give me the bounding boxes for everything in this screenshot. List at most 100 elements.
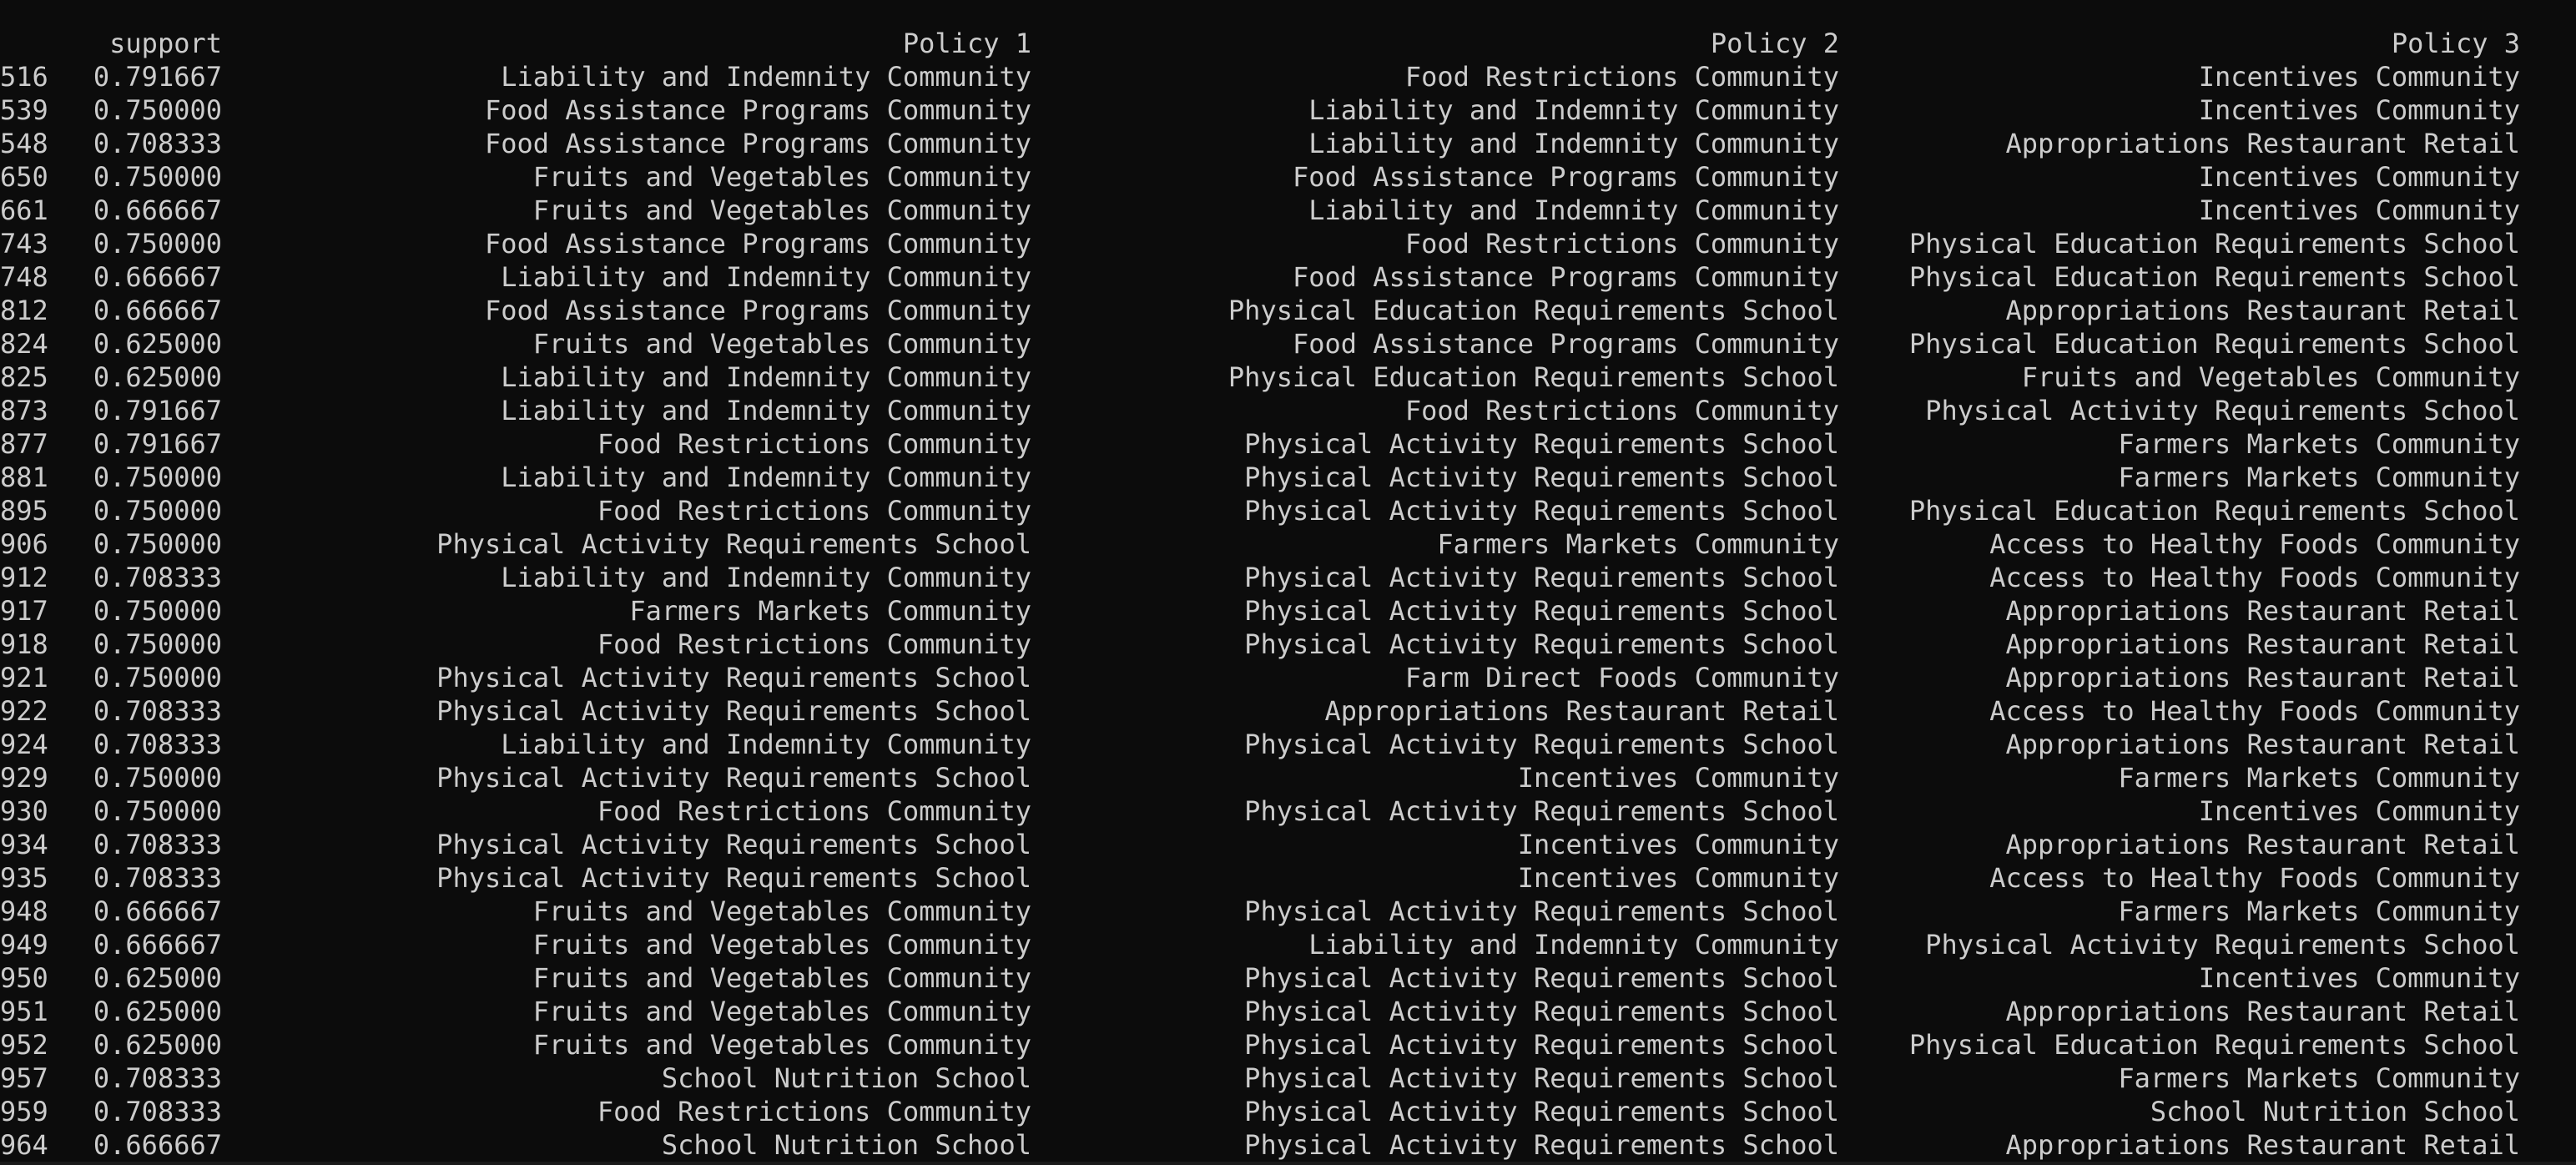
cell-policy-1: Physical Activity Requirements School	[436, 662, 1031, 693]
cell-policy-2: Liability and Indemnity Community	[1308, 929, 1839, 961]
cell-policy-2: Farmers Markets Community	[1437, 528, 1839, 560]
cell-policy-2: Physical Activity Requirements School	[1244, 461, 1839, 493]
cell-policy-2: Physical Activity Requirements School	[1244, 562, 1839, 593]
cell-policy-3: Appropriations Restaurant Retail	[2005, 996, 2521, 1027]
cell-policy-3: Physical Activity Requirements School	[1925, 395, 2520, 426]
cell-support: 0.666667	[93, 1129, 222, 1161]
cell-index: 743	[0, 228, 48, 260]
cell-policy-1: Fruits and Vegetables Community	[532, 996, 1031, 1027]
table-row: 959 0.708333 Food Restrictions Community Ph…	[0, 1095, 2520, 1128]
cell-support: 0.666667	[93, 895, 222, 927]
table-row: 825 0.625000 Liability and Indemnity Commu…	[0, 361, 2520, 394]
cell-policy-2: Physical Activity Requirements School	[1244, 595, 1839, 627]
cell-index: 921	[0, 662, 48, 693]
table-row: 924 0.708333 Liability and Indemnity Commu…	[0, 728, 2520, 761]
cell-policy-2: Physical Activity Requirements School	[1244, 895, 1839, 927]
header-policy-1: Policy 1	[902, 28, 1031, 59]
cell-support: 0.625000	[93, 361, 222, 393]
cell-policy-1: Fruits and Vegetables Community	[532, 895, 1031, 927]
cell-index: 959	[0, 1096, 48, 1127]
cell-index: 548	[0, 128, 48, 159]
cell-index: 951	[0, 996, 48, 1027]
table-row: 917 0.750000 Farmers Markets Community Phys…	[0, 594, 2520, 628]
cell-policy-3: Farmers Markets Community	[2118, 1062, 2520, 1094]
cell-policy-1: Food Assistance Programs Community	[484, 295, 1031, 326]
cell-support: 0.708333	[93, 729, 222, 760]
cell-policy-3: Appropriations Restaurant Retail	[2005, 662, 2521, 693]
cell-index: 824	[0, 328, 48, 360]
cell-policy-1: Fruits and Vegetables Community	[532, 962, 1031, 994]
cell-policy-1: Physical Activity Requirements School	[436, 829, 1031, 860]
dataframe-table: support Policy 1 Policy 2 Policy 3 516 0.…	[0, 27, 2520, 1162]
cell-support: 0.750000	[93, 94, 222, 126]
cell-policy-2: Food Assistance Programs Community	[1292, 161, 1839, 193]
cell-policy-1: Food Assistance Programs Community	[484, 94, 1031, 126]
cell-policy-1: School Nutrition School	[661, 1062, 1031, 1094]
cell-index: 922	[0, 695, 48, 727]
cell-policy-3: Access to Healthy Foods Community	[1989, 862, 2520, 894]
cell-policy-3: Incentives Community	[2198, 161, 2520, 193]
cell-policy-2: Food Restrictions Community	[1404, 228, 1839, 260]
cell-policy-2: Appropriations Restaurant Retail	[1324, 695, 1840, 727]
cell-policy-1: Physical Activity Requirements School	[436, 695, 1031, 727]
header-index	[0, 27, 62, 60]
table-row: 950 0.625000 Fruits and Vegetables Communi…	[0, 961, 2520, 995]
table-row: 516 0.791667 Liability and Indemnity Commu…	[0, 60, 2520, 93]
cell-policy-3: Farmers Markets Community	[2118, 461, 2520, 493]
table-row: 951 0.625000 Fruits and Vegetables Communi…	[0, 995, 2520, 1028]
cell-policy-1: Physical Activity Requirements School	[436, 762, 1031, 794]
cell-policy-3: Physical Education Requirements School	[1908, 228, 2520, 260]
header-policy-2: Policy 2	[1710, 28, 1839, 59]
cell-index: 895	[0, 495, 48, 527]
table-row: 952 0.625000 Fruits and Vegetables Communi…	[0, 1028, 2520, 1062]
table-row: 929 0.750000 Physical Activity Requirement…	[0, 761, 2520, 794]
cell-policy-3: Farmers Markets Community	[2118, 762, 2520, 794]
header-policy-3: Policy 3	[2391, 28, 2520, 59]
cell-policy-1: Fruits and Vegetables Community	[532, 161, 1031, 193]
cell-policy-3: Fruits and Vegetables Community	[2021, 361, 2520, 393]
cell-index: 825	[0, 361, 48, 393]
cell-policy-2: Food Assistance Programs Community	[1292, 261, 1839, 293]
cell-policy-1: Liability and Indemnity Community	[501, 395, 1031, 426]
bottom-border	[0, 1162, 2576, 1165]
table-row: 949 0.666667 Fruits and Vegetables Communi…	[0, 928, 2520, 961]
cell-policy-3: Physical Education Requirements School	[1908, 261, 2520, 293]
cell-support: 0.791667	[93, 428, 222, 460]
cell-policy-1: Liability and Indemnity Community	[501, 61, 1031, 93]
table-row: 748 0.666667 Liability and Indemnity Commu…	[0, 260, 2520, 294]
table-row: 948 0.666667 Fruits and Vegetables Communi…	[0, 895, 2520, 928]
cell-support: 0.625000	[93, 328, 222, 360]
cell-policy-1: Fruits and Vegetables Community	[532, 1029, 1031, 1061]
table-row: 877 0.791667 Food Restrictions Community Ph…	[0, 427, 2520, 461]
cell-policy-1: Food Restrictions Community	[597, 1096, 1031, 1127]
cell-policy-3: Incentives Community	[2198, 962, 2520, 994]
table-row: 912 0.708333 Liability and Indemnity Commu…	[0, 561, 2520, 594]
cell-policy-2: Incentives Community	[1517, 862, 1839, 894]
cell-policy-2: Physical Activity Requirements School	[1244, 628, 1839, 660]
cell-policy-1: Physical Activity Requirements School	[436, 528, 1031, 560]
cell-support: 0.708333	[93, 128, 222, 159]
cell-policy-3: Incentives Community	[2198, 94, 2520, 126]
cell-policy-2: Incentives Community	[1517, 762, 1839, 794]
table-row: 895 0.750000 Food Restrictions Community Ph…	[0, 494, 2520, 527]
cell-policy-1: Food Restrictions Community	[597, 495, 1031, 527]
cell-support: 0.750000	[93, 228, 222, 260]
cell-support: 0.708333	[93, 695, 222, 727]
cell-index: 881	[0, 461, 48, 493]
table-row: 661 0.666667 Fruits and Vegetables Communi…	[0, 194, 2520, 227]
cell-index: 949	[0, 929, 48, 961]
cell-policy-1: Fruits and Vegetables Community	[532, 194, 1031, 226]
cell-index: 661	[0, 194, 48, 226]
cell-index: 650	[0, 161, 48, 193]
cell-index: 877	[0, 428, 48, 460]
cell-support: 0.625000	[93, 962, 222, 994]
cell-index: 957	[0, 1062, 48, 1094]
terminal-output: support Policy 1 Policy 2 Policy 3 516 0.…	[0, 0, 2576, 1165]
cell-policy-3: Access to Healthy Foods Community	[1989, 562, 2520, 593]
table-row: 934 0.708333 Physical Activity Requirement…	[0, 828, 2520, 861]
cell-policy-3: Appropriations Restaurant Retail	[2005, 829, 2521, 860]
cell-policy-2: Physical Activity Requirements School	[1244, 729, 1839, 760]
cell-support: 0.708333	[93, 562, 222, 593]
cell-policy-3: Appropriations Restaurant Retail	[2005, 729, 2521, 760]
cell-index: 950	[0, 962, 48, 994]
